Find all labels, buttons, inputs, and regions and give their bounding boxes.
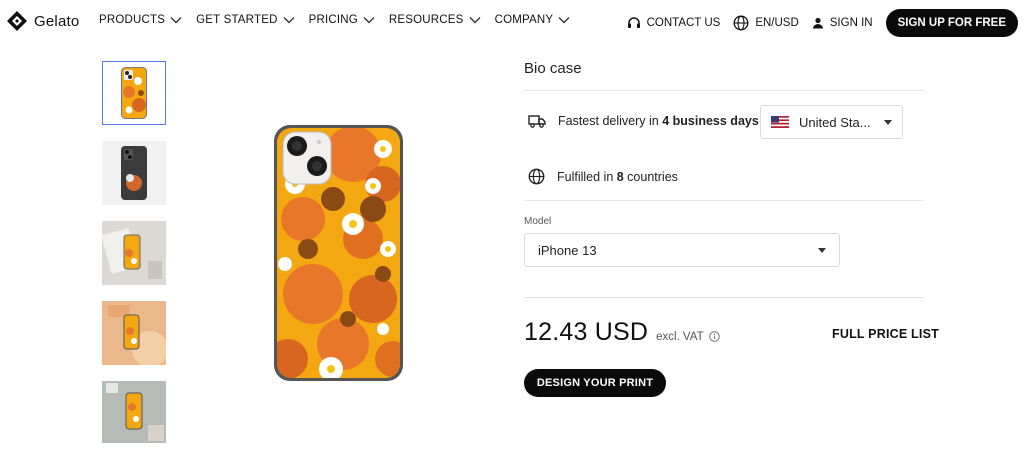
gelato-logo-icon bbox=[7, 11, 27, 31]
caret-down-icon bbox=[884, 119, 892, 125]
contact-us-label: CONTACT US bbox=[646, 17, 721, 29]
model-label: Model bbox=[524, 216, 552, 227]
nav-item-label: GET STARTED bbox=[196, 14, 278, 26]
divider bbox=[524, 90, 924, 91]
full-price-list-link[interactable]: FULL PRICE LIST bbox=[832, 327, 939, 341]
nav-item-label: PRICING bbox=[308, 14, 358, 26]
nav-item-company[interactable]: COMPANY bbox=[495, 14, 571, 26]
globe-icon bbox=[733, 15, 749, 31]
sign-up-label: SIGN UP FOR FREE bbox=[897, 17, 1006, 29]
thumbnail-4[interactable] bbox=[102, 301, 166, 365]
info-icon[interactable] bbox=[708, 331, 720, 342]
fulfilled-suffix: countries bbox=[623, 169, 678, 184]
design-button-label: DESIGN YOUR PRINT bbox=[536, 377, 654, 389]
thumbnail-3[interactable] bbox=[102, 221, 166, 285]
brand-name: Gelato bbox=[34, 12, 80, 30]
fulfilled-text: Fulfilled in bbox=[557, 169, 617, 184]
chevron-down-icon bbox=[170, 17, 182, 24]
price-vat-note: excl. VAT bbox=[656, 331, 704, 343]
thumbnail-image bbox=[121, 67, 147, 119]
fulfilled-count: 8 bbox=[616, 169, 624, 184]
nav-item-label: PRODUCTS bbox=[99, 14, 166, 26]
model-select[interactable]: iPhone 13 bbox=[524, 233, 840, 267]
chevron-down-icon bbox=[558, 17, 570, 24]
caret-down-icon bbox=[818, 247, 826, 253]
chevron-down-icon bbox=[283, 17, 295, 24]
delivery-text: Fastest delivery in bbox=[558, 114, 663, 128]
divider bbox=[524, 297, 924, 298]
thumbnail-2[interactable] bbox=[102, 141, 166, 205]
contact-us-link[interactable]: CONTACT US bbox=[627, 16, 721, 30]
thumbnail-image bbox=[121, 146, 147, 200]
globe-icon bbox=[528, 168, 545, 185]
model-value: iPhone 13 bbox=[538, 242, 597, 258]
headset-icon bbox=[627, 17, 640, 28]
thumbnail-image bbox=[102, 381, 166, 443]
nav-menu: PRODUCTS GET STARTED PRICING RESOURCES C… bbox=[99, 14, 584, 26]
product-image bbox=[274, 125, 403, 381]
divider bbox=[524, 200, 924, 201]
design-your-print-button[interactable]: DESIGN YOUR PRINT bbox=[524, 369, 666, 397]
fulfilled-info: Fulfilled in 8 countries bbox=[528, 168, 678, 185]
chevron-down-icon bbox=[363, 17, 375, 24]
sign-in-label: SIGN IN bbox=[829, 17, 873, 29]
nav-item-label: RESOURCES bbox=[388, 14, 464, 26]
thumbnail-5[interactable] bbox=[102, 381, 166, 443]
brand-logo[interactable]: Gelato bbox=[6, 10, 79, 32]
price-block: 12.43 USD excl. VAT bbox=[524, 318, 720, 347]
nav-item-label: COMPANY bbox=[494, 14, 554, 26]
nav-right: CONTACT US EN/USD SIGN IN SIGN UP FOR FR… bbox=[627, 9, 1024, 37]
nav-item-pricing[interactable]: PRICING bbox=[309, 14, 375, 26]
thumbnail-image bbox=[102, 301, 166, 365]
chevron-down-icon bbox=[469, 17, 481, 24]
user-icon bbox=[812, 17, 823, 29]
price-value: 12.43 USD bbox=[524, 318, 649, 346]
top-navigation: Gelato PRODUCTS GET STARTED PRICING RESO… bbox=[0, 0, 1024, 44]
country-value: United Sta... bbox=[799, 114, 871, 130]
thumbnail-image bbox=[102, 221, 166, 285]
locale-label: EN/USD bbox=[755, 17, 799, 29]
sign-up-button[interactable]: SIGN UP FOR FREE bbox=[885, 9, 1018, 37]
locale-selector[interactable]: EN/USD bbox=[733, 15, 799, 31]
nav-item-get-started[interactable]: GET STARTED bbox=[196, 14, 295, 26]
sign-in-link[interactable]: SIGN IN bbox=[812, 17, 873, 29]
truck-icon bbox=[528, 115, 546, 128]
delivery-info: Fastest delivery in 4 business days bbox=[528, 113, 759, 129]
delivery-days: 4 business days bbox=[662, 114, 759, 128]
flag-us-icon bbox=[771, 116, 789, 128]
country-select[interactable]: United Sta... bbox=[760, 105, 903, 139]
product-title: Bio case bbox=[524, 60, 582, 77]
thumbnail-1[interactable] bbox=[102, 61, 166, 125]
nav-item-products[interactable]: PRODUCTS bbox=[99, 14, 182, 26]
nav-item-resources[interactable]: RESOURCES bbox=[389, 14, 481, 26]
